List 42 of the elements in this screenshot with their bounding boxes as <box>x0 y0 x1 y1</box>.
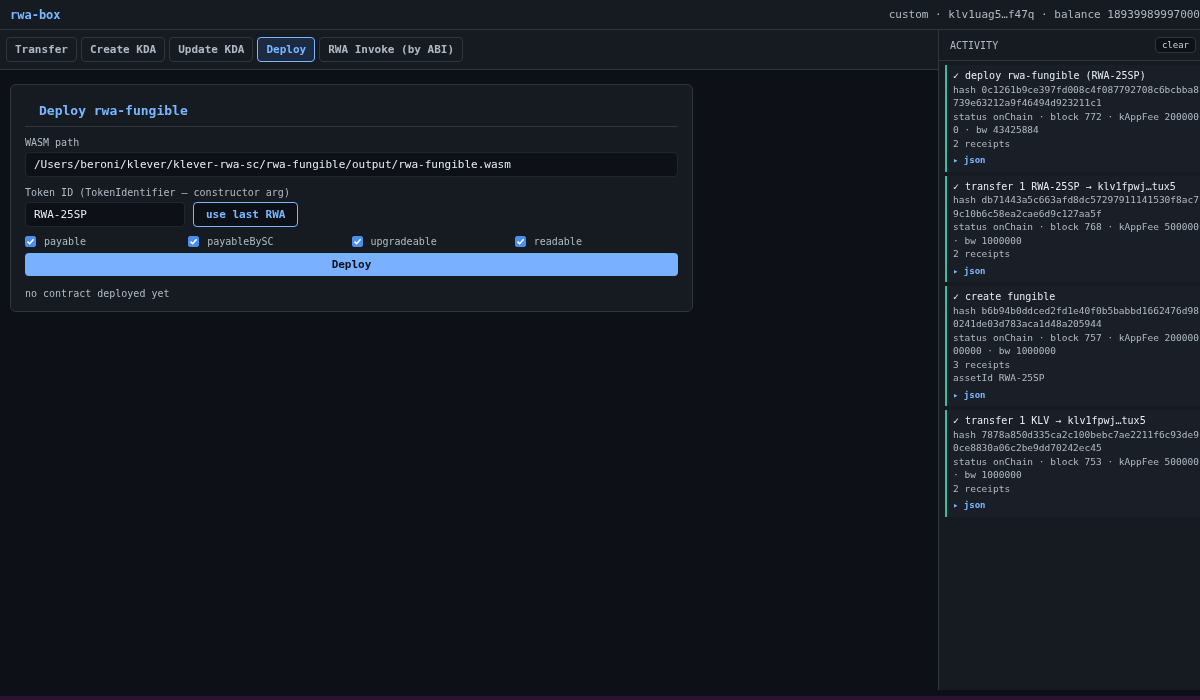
entry-detail: 2 receipts <box>953 481 1012 495</box>
deploy-button[interactable]: Deploy <box>25 253 678 276</box>
tab[interactable]: Deploy <box>257 37 316 62</box>
entry-detail: status onChain · block 768 · kAppFee 500000 · bw 1000000 <box>953 220 1200 247</box>
field-label: WASM path <box>25 137 81 148</box>
checkbox[interactable] <box>188 236 200 247</box>
tab[interactable]: Create KDA <box>81 37 166 62</box>
entry-detail: status onChain · block 757 · kAppFee 20000000000 · bw 1000000 <box>953 330 1200 358</box>
field-label: Token ID (TokenIdentifier — constructor arg) <box>25 187 291 198</box>
use-last-button[interactable]: use last RWA <box>193 202 299 227</box>
json-toggle[interactable]: ▸ json <box>953 499 986 513</box>
checkbox[interactable] <box>514 236 526 247</box>
entry-detail: 3 receipts <box>953 357 1012 371</box>
wasm-path-field[interactable]: /Users/beroni/klever/klever-rwa-sc/rwa-fungible/output/rwa-fungible.wasm <box>25 152 678 177</box>
json-toggle[interactable]: ▸ json <box>953 388 986 402</box>
tab[interactable]: Transfer <box>6 37 77 62</box>
option-label: readable <box>533 236 582 247</box>
checkbox[interactable] <box>25 236 36 247</box>
entry-title: ✓ create fungible <box>953 290 1057 304</box>
deploy-status: no contract deployed yet <box>25 288 171 299</box>
activity-title: ACTIVITY <box>950 39 999 51</box>
entry-detail: 2 receipts <box>953 247 1012 261</box>
json-toggle[interactable]: ▸ json <box>953 154 986 168</box>
option-label: upgradeable <box>370 236 437 247</box>
app-title: rwa-box <box>10 7 61 22</box>
entry-title: ✓ transfer 1 RWA-25SP → klv1fpwj…tux5 <box>953 179 1177 193</box>
option-label: payableBySC <box>207 236 274 247</box>
entry-detail: status onChain · block 772 · kAppFee 2000000 · bw 43425884 <box>953 109 1200 137</box>
entry-detail: assetId RWA-25SP <box>953 371 1046 385</box>
token-id-field[interactable]: RWA-25SP <box>25 202 185 227</box>
tab[interactable]: Update KDA <box>169 37 254 62</box>
tab[interactable]: RWA Invoke (by ABI) <box>319 37 464 62</box>
entry-detail: status onChain · block 753 · kAppFee 500000 · bw 1000000 <box>953 454 1200 482</box>
json-toggle[interactable]: ▸ json <box>953 264 986 278</box>
entry-detail: 2 receipts <box>953 136 1012 150</box>
account-info: custom · klv1uag5…f47q · balance 18939989997000 <box>888 8 1200 21</box>
checkbox[interactable] <box>351 236 363 247</box>
entry-title: ✓ deploy rwa-fungible (RWA-25SP) <box>953 69 1147 83</box>
option-label: payable <box>44 236 87 247</box>
clear-button[interactable]: clear <box>1154 37 1196 53</box>
card-title: Deploy rwa-fungible <box>25 95 678 127</box>
entry-title: ✓ transfer 1 KLV → klv1fpwj…tux5 <box>953 414 1147 428</box>
